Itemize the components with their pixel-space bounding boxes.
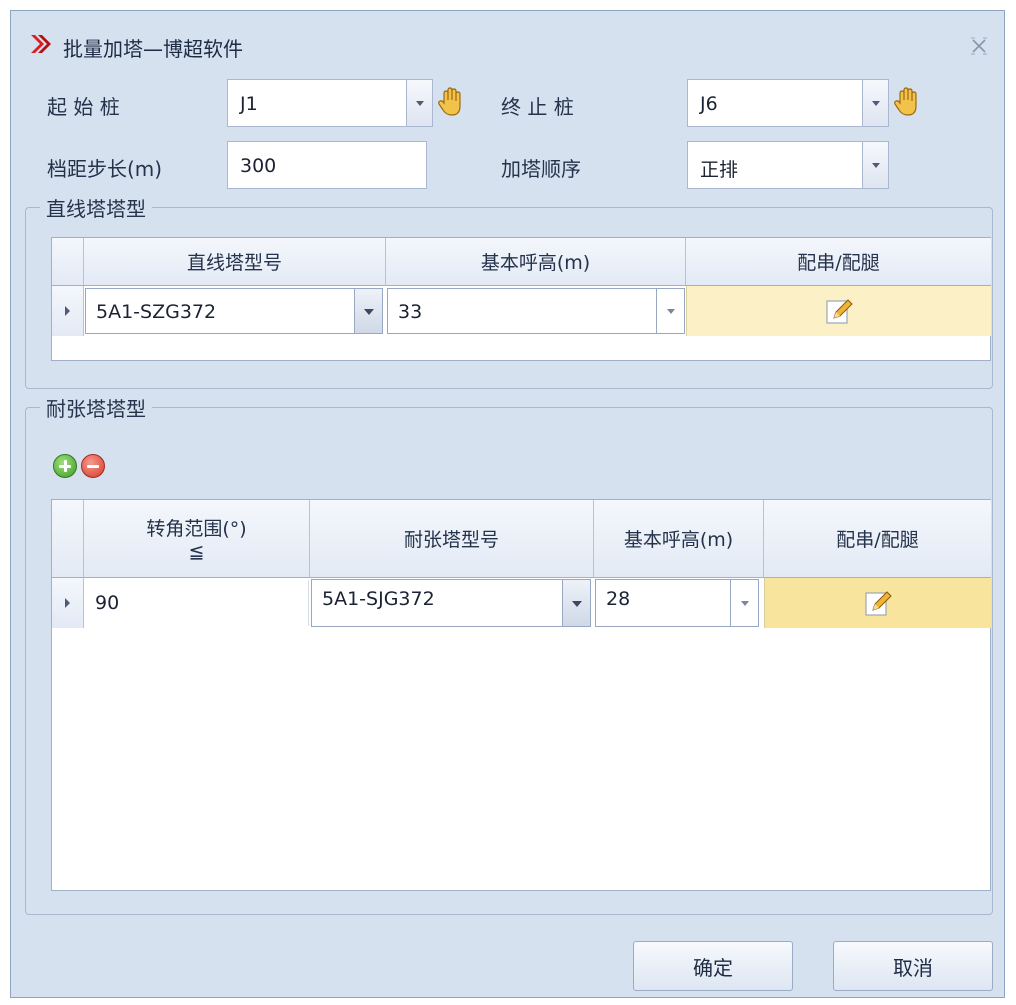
straight-tower-grid: 直线塔型号 基本呼高(m) 配串/配腿 5A1-SZG372 33: [51, 237, 991, 361]
straight-height-cell[interactable]: 33: [387, 288, 657, 334]
start-pile-combo[interactable]: J1: [227, 79, 407, 127]
column-header-base-height[interactable]: 基本呼高(m): [386, 238, 686, 286]
straight-model-dropdown-button[interactable]: [355, 288, 383, 334]
tension-height-cell[interactable]: 28: [595, 579, 731, 627]
grid-corner-header: [52, 500, 84, 578]
pencil-icon[interactable]: [825, 297, 853, 325]
end-pile-dropdown-button[interactable]: [863, 79, 889, 127]
pencil-icon[interactable]: [864, 589, 892, 617]
row-indicator[interactable]: [52, 286, 84, 336]
tower-order-combo[interactable]: 正排: [687, 141, 863, 189]
column-header-base-height[interactable]: 基本呼高(m): [594, 500, 764, 578]
angle-range-cell[interactable]: 90: [85, 580, 309, 626]
cancel-button[interactable]: 取消: [833, 941, 993, 991]
tension-model-dropdown-button[interactable]: [563, 579, 591, 627]
add-row-button[interactable]: [53, 454, 77, 478]
straight-string-leg-cell[interactable]: [686, 286, 991, 336]
column-header-string-leg[interactable]: 配串/配腿: [686, 238, 991, 286]
title-bar: 批量加塔—博超软件: [11, 11, 1004, 71]
app-logo-icon: [31, 35, 51, 53]
start-pile-label: 起 始 桩: [47, 95, 120, 119]
tension-tower-grid: 转角范围(°) ≦ 耐张塔型号 基本呼高(m) 配串/配腿 90 5A1-SJG…: [51, 499, 991, 891]
less-equal-symbol: ≦: [188, 541, 205, 563]
column-header-angle-range[interactable]: 转角范围(°) ≦: [84, 500, 310, 578]
span-step-label: 档距步长(m): [47, 157, 163, 181]
hand-pick-icon[interactable]: [435, 85, 469, 119]
batch-add-tower-dialog: 批量加塔—博超软件 起 始 桩 J1 终 止 桩 J6 档距步长(m) 300 …: [10, 10, 1005, 998]
column-header-string-leg[interactable]: 配串/配腿: [764, 500, 991, 578]
tension-string-leg-cell[interactable]: [764, 578, 991, 628]
tower-order-label: 加塔顺序: [501, 157, 581, 181]
row-indicator[interactable]: [52, 578, 84, 628]
tension-height-dropdown-button[interactable]: [731, 579, 759, 627]
column-header-straight-model[interactable]: 直线塔型号: [84, 238, 386, 286]
column-header-tension-model[interactable]: 耐张塔型号: [310, 500, 594, 578]
tower-order-dropdown-button[interactable]: [863, 141, 889, 189]
end-pile-label: 终 止 桩: [501, 95, 574, 119]
grid-corner-header: [52, 238, 84, 286]
window-title: 批量加塔—博超软件: [63, 37, 243, 61]
end-pile-combo[interactable]: J6: [687, 79, 863, 127]
close-icon[interactable]: [968, 37, 990, 55]
straight-model-cell[interactable]: 5A1-SZG372: [85, 288, 355, 334]
start-pile-dropdown-button[interactable]: [407, 79, 433, 127]
tension-tower-group-title: 耐张塔塔型: [40, 393, 152, 422]
straight-tower-group-title: 直线塔塔型: [40, 193, 152, 222]
straight-height-dropdown-button[interactable]: [657, 288, 685, 334]
straight-tower-group: 直线塔塔型 直线塔型号 基本呼高(m) 配串/配腿 5A1-SZG372 33: [25, 193, 993, 389]
tension-model-cell[interactable]: 5A1-SJG372: [311, 579, 563, 627]
hand-pick-icon[interactable]: [891, 85, 925, 119]
remove-row-button[interactable]: [81, 454, 105, 478]
tension-tower-group: 耐张塔塔型 转角范围(°) ≦ 耐张塔型号 基本呼高(m) 配串/配腿 90 5…: [25, 393, 993, 915]
span-step-input[interactable]: 300: [227, 141, 427, 189]
ok-button[interactable]: 确定: [633, 941, 793, 991]
angle-range-header-text: 转角范围(°): [146, 518, 247, 540]
